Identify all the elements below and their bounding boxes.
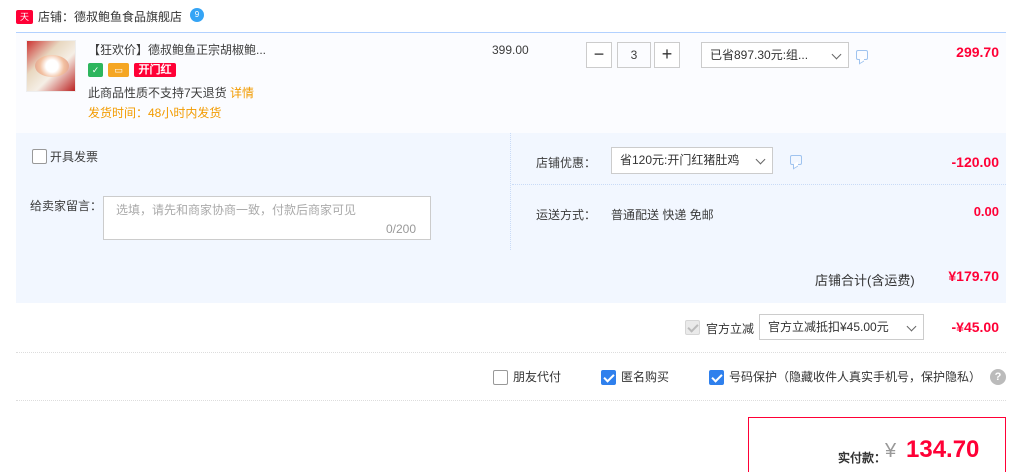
payment-amount: 134.70 (906, 436, 980, 463)
promo-tag: 开门红 (134, 63, 176, 77)
shop-name[interactable]: 店铺：德叔鲍鱼食品旗舰店 (38, 9, 182, 25)
product-thumbnail[interactable] (26, 40, 76, 92)
product-title-link[interactable]: 【狂欢价】德叔鲍鱼正宗胡椒鲍... (88, 42, 266, 58)
friend-pay-checkbox[interactable] (493, 370, 508, 385)
service-tag-icon: ✓ (88, 63, 103, 77)
shop-discount-amount: -120.00 (951, 154, 999, 170)
tmall-badge-icon: 天猫 (16, 10, 33, 36)
invoice-checkbox[interactable] (32, 149, 47, 164)
payment-label: 实付款： (838, 451, 887, 465)
card-tag-icon: ▭ (108, 63, 129, 77)
shop-total-label: 店铺合计(含运费) (815, 273, 915, 288)
anonymous-checkbox[interactable] (601, 370, 616, 385)
phone-protect-checkbox[interactable] (709, 370, 724, 385)
memo-label: 给卖家留言： (30, 199, 103, 213)
message-icon[interactable] (856, 50, 868, 60)
anonymous-label[interactable]: 匿名购买 (621, 370, 669, 384)
official-discount-label: 官方立减 (706, 322, 755, 336)
quantity-increase-button[interactable]: + (654, 42, 680, 68)
phone-protect-label[interactable]: 号码保护（隐藏收件人真实手机号，保护隐私） (729, 370, 981, 384)
divider (16, 400, 1006, 401)
item-subtotal: 299.70 (956, 44, 999, 60)
no-return-notice: 此商品性质不支持7天退货 (88, 86, 227, 100)
official-discount-select[interactable]: 官方立减抵扣¥45.00元 (759, 314, 924, 340)
shop-total-amount: ¥179.70 (948, 268, 999, 284)
unit-price: 399.00 (492, 43, 529, 57)
quantity-decrease-button[interactable]: − (586, 42, 612, 68)
item-discount-select[interactable]: 已省897.30元:组... (701, 42, 849, 68)
currency-symbol: ¥ (885, 440, 897, 462)
shipping-amount: 0.00 (973, 204, 999, 219)
shipping-method: 普通配送 快递 免邮 (611, 208, 714, 222)
friend-pay-label[interactable]: 朋友代付 (513, 370, 561, 384)
official-discount-checkbox[interactable] (685, 320, 700, 335)
shop-discount-label: 店铺优惠： (536, 156, 597, 170)
chevron-down-icon (906, 321, 917, 332)
chevron-down-icon (831, 49, 842, 60)
shop-discount-select[interactable]: 省120元:开门红猪肚鸡 (611, 147, 773, 174)
official-discount-option: 官方立减抵扣¥45.00元 (768, 320, 889, 334)
chevron-down-icon (755, 154, 766, 165)
wangwang-chat-icon[interactable]: 9 (190, 8, 204, 22)
memo-placeholder: 选填，请先和商家协商一致，付款后商家可见 (116, 203, 357, 217)
official-discount-amount: -¥45.00 (951, 319, 999, 335)
help-icon[interactable]: ? (990, 369, 1006, 385)
shop-discount-option: 省120元:开门红猪肚鸡 (620, 153, 740, 167)
invoice-label[interactable]: 开具发票 (50, 150, 98, 164)
message-icon[interactable] (790, 155, 802, 165)
quantity-input[interactable]: 3 (617, 42, 651, 68)
divider (16, 352, 1006, 353)
ship-time: 发货时间：48小时内发货 (88, 106, 222, 120)
return-detail-link[interactable]: 详情 (230, 86, 254, 100)
shipping-label: 运送方式： (536, 208, 597, 222)
item-discount-value: 已省897.30元:组... (710, 48, 809, 62)
memo-char-count: 0/200 (386, 222, 417, 236)
